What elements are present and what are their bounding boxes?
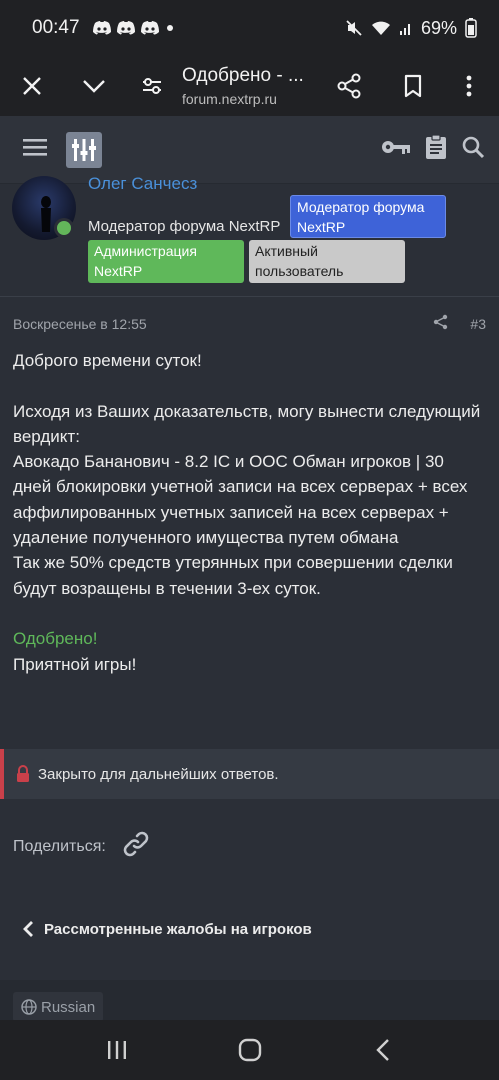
discord-icon bbox=[116, 21, 135, 35]
share-post-button[interactable] bbox=[433, 314, 448, 333]
recents-button[interactable] bbox=[87, 1026, 147, 1074]
home-button[interactable] bbox=[220, 1026, 280, 1074]
more-options-button[interactable] bbox=[445, 62, 493, 110]
page-info-button[interactable] bbox=[128, 62, 176, 110]
forum-header bbox=[0, 116, 499, 184]
page-url: forum.nextrp.ru bbox=[182, 91, 277, 107]
post-verdict: Авокадо Бананович - 8.2 IC и OOC Обман и… bbox=[13, 452, 468, 548]
breadcrumb-label: Рассмотренные жалобы на игроков bbox=[44, 920, 312, 938]
post-closing: Приятной игры! bbox=[13, 654, 137, 674]
share-icon bbox=[337, 73, 361, 99]
share-label: Поделиться: bbox=[13, 837, 106, 855]
discord-icon bbox=[140, 21, 159, 35]
language-label: Russian bbox=[41, 998, 96, 1016]
close-tab-button[interactable] bbox=[8, 62, 56, 110]
search-icon bbox=[462, 136, 485, 159]
post-number[interactable]: #3 bbox=[470, 316, 486, 332]
logo-icon bbox=[72, 138, 96, 161]
bookmark-button[interactable] bbox=[389, 62, 437, 110]
collapse-button[interactable] bbox=[70, 62, 118, 110]
page-title: Одобрено - ... bbox=[182, 65, 304, 86]
page-info-icon bbox=[143, 78, 161, 94]
link-icon bbox=[123, 831, 149, 857]
forum-logo[interactable] bbox=[66, 131, 102, 168]
back-button[interactable] bbox=[353, 1026, 413, 1074]
battery-icon bbox=[465, 18, 477, 38]
battery-percent: 69% bbox=[420, 17, 457, 38]
thread-closed-notice: Закрыто для дальнейших ответов. bbox=[0, 749, 499, 799]
home-icon bbox=[238, 1038, 261, 1062]
browser-toolbar: Одобрено - ... forum.nextrp.ru bbox=[0, 56, 499, 116]
post-approved: Одобрено! bbox=[13, 629, 98, 649]
post-meta: Воскресенье в 12:55 #3 bbox=[13, 314, 486, 333]
post-greeting: Доброго времени суток! bbox=[13, 351, 202, 370]
page-title-area[interactable]: Одобрено - ... forum.nextrp.ru bbox=[176, 65, 325, 107]
post-meta-actions: #3 bbox=[433, 314, 486, 333]
online-indicator bbox=[54, 218, 74, 238]
chevron-left-icon bbox=[23, 921, 33, 937]
breadcrumb[interactable]: Рассмотренные жалобы на игроков bbox=[22, 920, 312, 938]
dot-icon bbox=[166, 25, 173, 31]
recents-icon bbox=[107, 1041, 126, 1059]
search-button[interactable] bbox=[461, 135, 485, 164]
closed-text: Закрыто для дальнейших ответов. bbox=[38, 765, 279, 783]
status-time: 00:47 bbox=[32, 17, 80, 38]
post: Воскресенье в 12:55 #3 Доброго времени с… bbox=[0, 298, 499, 728]
footer: Russian bbox=[0, 980, 499, 1022]
notification-icons bbox=[92, 20, 176, 36]
system-icons: 69% bbox=[345, 18, 477, 39]
screen: 00:47 69% Одобрено - ... forum.nextrp.ru bbox=[0, 0, 499, 1080]
back-icon bbox=[375, 1039, 389, 1061]
key-icon bbox=[382, 141, 410, 154]
system-nav-bar bbox=[0, 1020, 499, 1080]
author-name[interactable]: Олег Санчесз bbox=[88, 174, 197, 194]
post-body: Доброго времени суток! Исходя из Ваших д… bbox=[13, 348, 485, 677]
post-author-block: Олег Санчесз Модератор форума NextRP Мод… bbox=[0, 174, 499, 297]
copy-link-button[interactable] bbox=[122, 830, 150, 863]
signal-icon bbox=[399, 24, 410, 35]
share-row: Поделиться: bbox=[13, 830, 150, 863]
menu-icon bbox=[23, 139, 47, 156]
discord-icon bbox=[92, 21, 111, 35]
badge-active-user: Активный пользователь bbox=[249, 240, 405, 283]
status-bar: 00:47 69% bbox=[0, 0, 499, 56]
login-button[interactable] bbox=[381, 138, 411, 161]
share-icon bbox=[434, 314, 448, 330]
wifi-icon bbox=[371, 21, 390, 35]
post-date[interactable]: Воскресенье в 12:55 bbox=[13, 316, 147, 332]
post-refund: Так же 50% средств утерянных при соверше… bbox=[13, 553, 453, 598]
post-intro: Исходя из Ваших доказательств, могу выне… bbox=[13, 401, 481, 446]
menu-button[interactable] bbox=[22, 137, 48, 162]
language-selector[interactable]: Russian bbox=[13, 992, 104, 1022]
badge-moderator: Модератор форума NextRP bbox=[290, 195, 446, 238]
chevron-down-icon bbox=[83, 80, 105, 93]
badge-administration: Администрация NextRP bbox=[88, 240, 244, 283]
share-page-button[interactable] bbox=[325, 62, 373, 110]
close-icon bbox=[23, 77, 41, 95]
lock-icon bbox=[17, 765, 29, 782]
globe-icon bbox=[21, 999, 37, 1015]
mute-icon bbox=[346, 20, 362, 36]
more-vert-icon bbox=[466, 75, 472, 97]
author-title: Модератор форума NextRP bbox=[88, 218, 281, 235]
bookmark-icon bbox=[404, 74, 422, 98]
clipboard-icon bbox=[426, 134, 446, 159]
register-button[interactable] bbox=[425, 134, 447, 165]
header-actions bbox=[381, 134, 485, 165]
